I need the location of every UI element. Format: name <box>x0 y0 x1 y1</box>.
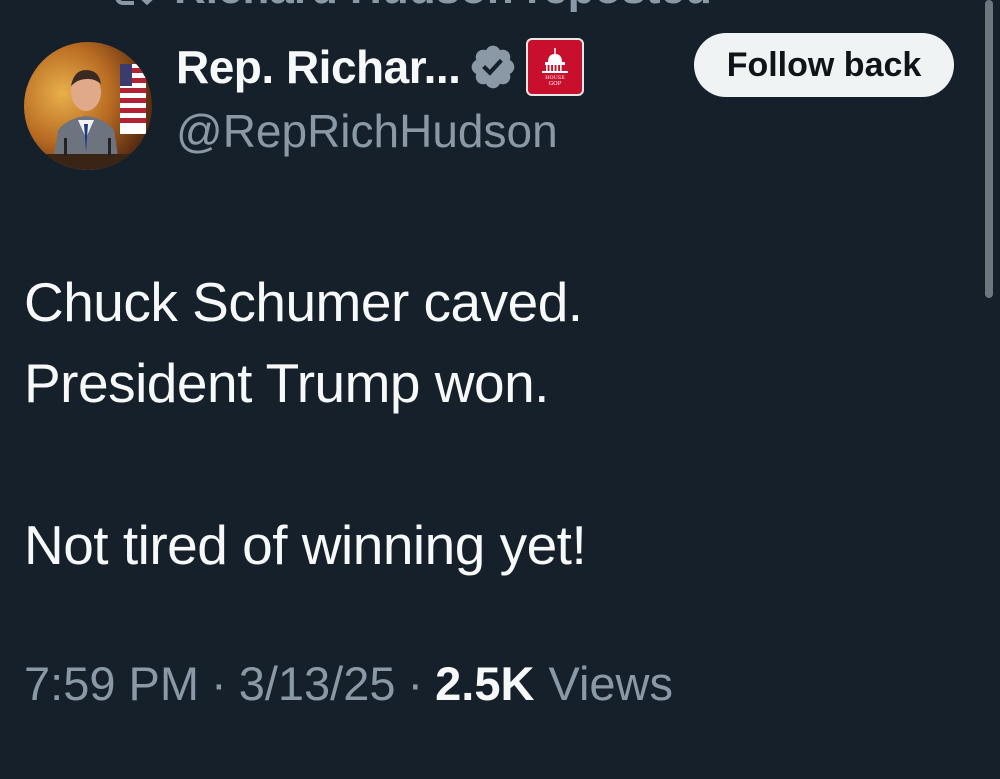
capitol-dome-icon: HOUSE GOP <box>542 48 569 87</box>
meta-separator: · <box>407 657 424 710</box>
views-label[interactable]: Views <box>548 656 673 711</box>
meta-separator: · <box>211 657 227 710</box>
scrollbar[interactable] <box>985 0 993 298</box>
author-display-name[interactable]: Rep. Richar... <box>176 40 461 94</box>
repost-header[interactable]: Richard Hudson reposted <box>108 0 712 14</box>
tweet-meta: 7:59 PM · 3/13/25 · 2.5K Views <box>24 656 673 711</box>
tweet-text: Chuck Schumer caved. President Trump won… <box>24 262 924 586</box>
tweet-line: Chuck Schumer caved. <box>24 271 583 333</box>
tweet-line: Not tired of winning yet! <box>24 514 587 576</box>
author-handle[interactable]: @RepRichHudson <box>176 104 558 158</box>
badge-text-bottom: GOP <box>549 81 562 87</box>
views-count[interactable]: 2.5K <box>435 656 534 711</box>
verified-badge-icon[interactable] <box>468 42 518 92</box>
repost-icon <box>108 0 156 13</box>
tweet-date[interactable]: 3/13/25 <box>239 656 396 711</box>
tweet-line <box>24 424 924 505</box>
tweet-time[interactable]: 7:59 PM <box>24 656 199 711</box>
author-name-row[interactable]: Rep. Richar... HOUSE GOP <box>176 36 585 98</box>
tweet-line: President Trump won. <box>24 352 549 414</box>
follow-back-button[interactable]: Follow back <box>694 33 954 97</box>
repost-text: Richard Hudson reposted <box>174 0 712 14</box>
avatar[interactable] <box>24 42 152 170</box>
house-gop-affiliation-badge[interactable]: HOUSE GOP <box>526 38 585 96</box>
